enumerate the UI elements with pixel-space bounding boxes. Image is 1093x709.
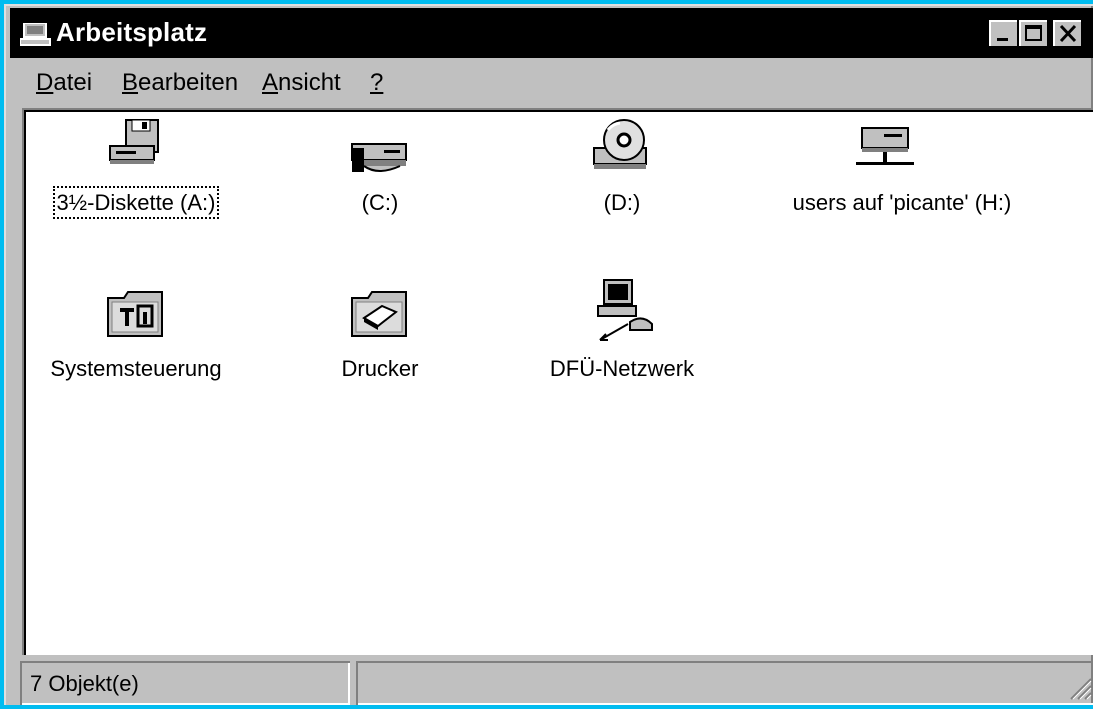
- maximize-icon: [1025, 25, 1042, 41]
- item-printers[interactable]: Drucker: [280, 284, 480, 414]
- menu-ansicht-label: nsicht: [278, 69, 341, 96]
- explorer-window: Arbeitsplatz Datei Bearbeiten Ansicht ?: [4, 4, 1093, 705]
- item-label: Systemsteuerung: [50, 356, 222, 381]
- status-pane-right: [356, 661, 1093, 705]
- item-drive-h[interactable]: users auf 'picante' (H:): [782, 118, 1022, 248]
- floppy-drive-icon: [109, 119, 159, 164]
- menu-bar: Datei Bearbeiten Ansicht ?: [10, 60, 1093, 104]
- menu-datei-label: atei: [53, 69, 93, 96]
- window-title: Arbeitsplatz: [56, 17, 208, 47]
- menu-datei[interactable]: Datei: [36, 69, 92, 97]
- network-drive-icon: [856, 127, 914, 165]
- menu-bearbeiten[interactable]: Bearbeiten: [122, 69, 238, 97]
- dial-up-networking-icon: [597, 279, 653, 341]
- status-pane-count: 7 Objekt(e): [20, 661, 350, 705]
- status-count: 7 Objekt(e): [30, 671, 139, 696]
- status-bar: 7 Objekt(e): [10, 659, 1093, 709]
- menu-bearbeiten-accel: B: [122, 69, 139, 96]
- item-drive-d[interactable]: (D:): [522, 118, 722, 248]
- title-bar[interactable]: Arbeitsplatz: [10, 8, 1093, 58]
- item-label: (D:): [603, 190, 641, 215]
- hard-drive-icon: [351, 143, 407, 172]
- menu-ansicht-accel: A: [262, 69, 279, 96]
- item-control-panel[interactable]: Systemsteuerung: [36, 284, 236, 414]
- icon-view[interactable]: 3½-Diskette (A:) (C:) (D:) users auf 'pi…: [22, 108, 1093, 655]
- minimize-button[interactable]: [989, 20, 1019, 48]
- item-label: users auf 'picante' (H:): [792, 190, 1012, 215]
- maximize-button[interactable]: [1019, 20, 1049, 48]
- menu-bearbeiten-label: earbeiten: [138, 69, 239, 96]
- my-computer-icon: [20, 23, 51, 46]
- menu-datei-accel: D: [36, 69, 54, 96]
- menu-help-accel: ?: [370, 69, 384, 96]
- resize-grip-icon[interactable]: [1067, 675, 1093, 701]
- item-floppy[interactable]: 3½-Diskette (A:): [36, 118, 236, 248]
- menu-help[interactable]: ?: [370, 69, 383, 97]
- close-icon: [1059, 24, 1077, 43]
- item-dial-up[interactable]: DFÜ-Netzwerk: [522, 278, 722, 408]
- close-button[interactable]: [1053, 20, 1083, 48]
- menu-ansicht[interactable]: Ansicht: [262, 69, 341, 97]
- item-label: (C:): [361, 190, 399, 215]
- item-label: 3½-Diskette (A:): [52, 186, 220, 219]
- printers-folder-icon: [351, 291, 407, 337]
- minimize-icon: [997, 38, 1008, 41]
- item-label: DFÜ-Netzwerk: [549, 356, 695, 381]
- control-panel-folder-icon: [107, 291, 163, 337]
- cd-rom-drive-icon: [593, 119, 647, 169]
- item-drive-c[interactable]: (C:): [280, 118, 480, 248]
- item-label: Drucker: [341, 356, 419, 381]
